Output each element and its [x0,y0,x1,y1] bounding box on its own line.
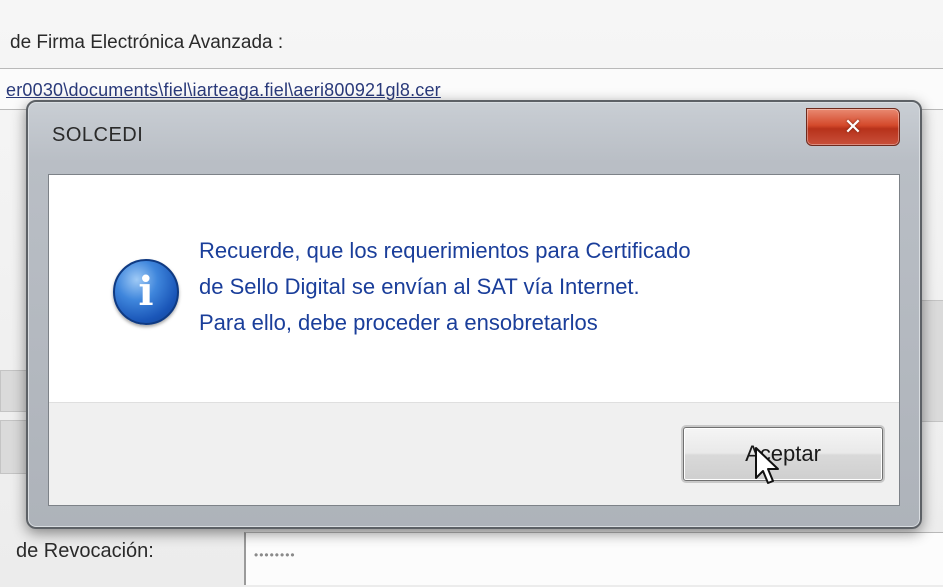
arrow-cursor-icon [755,447,779,484]
certificate-path-value: er0030\documents\fiel\iarteaga.fiel\aeri… [6,80,441,100]
message-line: Recuerde, que los requerimientos para Ce… [199,238,691,263]
message-line: Para ello, debe proceder a ensobretarlos [199,310,598,335]
revocation-password-value: •••••••• [254,548,296,562]
dialog-title: SOLCEDI [52,124,144,146]
background-field [920,300,943,422]
revocation-password-field[interactable] [244,532,943,585]
dialog-message: Recuerde, que los requerimientos para Ce… [199,233,859,341]
message-line: de Sello Digital se envían al SAT vía In… [199,274,640,299]
close-icon: ✕ [843,114,863,140]
screen: de Firma Electrónica Avanzada : er0030\d… [0,0,943,587]
information-icon: i [113,259,179,325]
close-button[interactable]: ✕ [806,108,900,146]
accept-button[interactable]: Aceptar [683,427,883,481]
message-dialog: SOLCEDI ✕ i Recuerde, que los requerimie… [26,100,922,529]
certificate-field-label: de Firma Electrónica Avanzada : [10,32,284,53]
revocation-label: de Revocación: [16,540,154,562]
